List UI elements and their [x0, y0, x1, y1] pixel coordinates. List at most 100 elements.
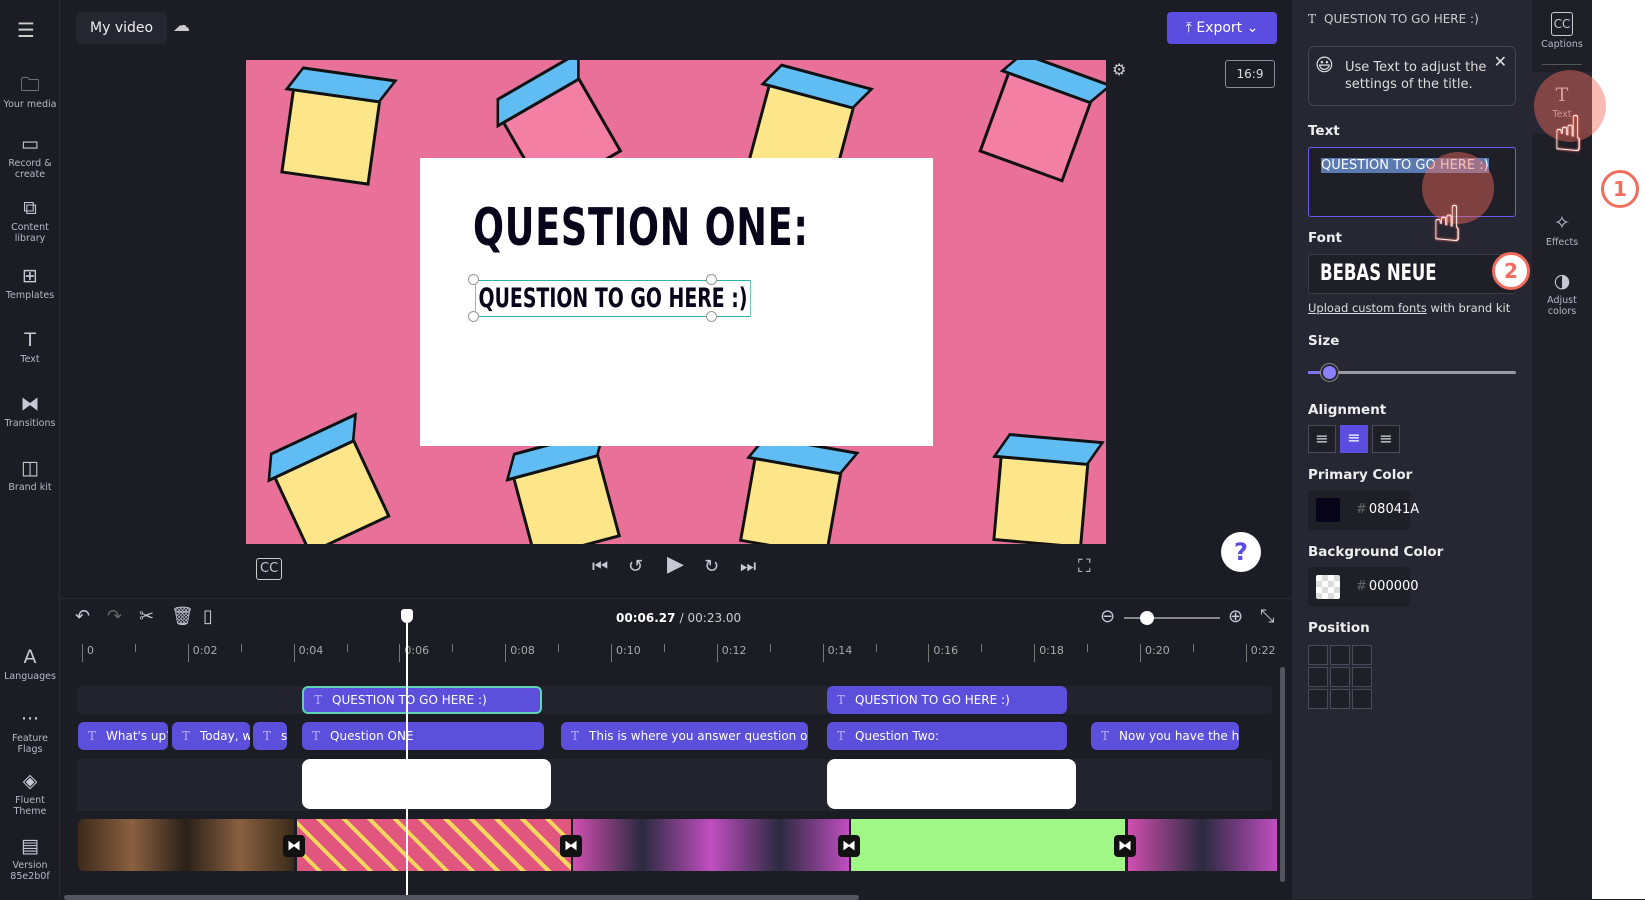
resize-handle[interactable]: [706, 274, 717, 285]
white-card-clip[interactable]: [827, 759, 1076, 809]
brand-kit-icon: ◫: [21, 457, 39, 479]
rail-effects[interactable]: ✧ Effects: [1532, 212, 1592, 248]
nav-brand-kit[interactable]: ◫ Brand kit: [0, 457, 60, 493]
rail-captions[interactable]: CC Captions: [1532, 12, 1592, 50]
redo-icon[interactable]: ↷: [107, 607, 122, 627]
ruler-tick-label: 0:16: [928, 644, 958, 662]
align-center-button[interactable]: ≡: [1340, 425, 1368, 453]
background-color-picker[interactable]: #000000: [1308, 567, 1419, 607]
nav-feature-flags[interactable]: ··· Feature Flags: [0, 708, 60, 755]
position-cell[interactable]: [1352, 667, 1372, 687]
transition-icon[interactable]: ⧓: [1114, 835, 1136, 857]
resize-handle[interactable]: [706, 311, 717, 322]
vertical-scrollbar[interactable]: [1280, 667, 1285, 882]
zoom-in-icon[interactable]: ⊕: [1228, 607, 1243, 627]
video-preview[interactable]: QUESTION ONE: QUESTION TO GO HERE :): [246, 60, 1106, 544]
settings-gear-icon[interactable]: ⚙: [1112, 60, 1126, 79]
text-clip[interactable]: T This is where you answer question one: [561, 722, 808, 750]
transition-icon[interactable]: ⧓: [283, 835, 305, 857]
position-cell[interactable]: [1308, 689, 1328, 709]
timeline: ↶ ↷ ✂ 🗑 ▯ 00:06.27 / 00:23.00 ⊖ ⊕ ⤡ 0 0:0…: [61, 598, 1292, 900]
transition-icon[interactable]: ⧓: [838, 835, 860, 857]
add-media-icon[interactable]: ▯: [203, 607, 213, 627]
position-cell[interactable]: [1330, 667, 1350, 687]
upload-custom-fonts-link[interactable]: Upload custom fonts: [1308, 301, 1427, 315]
play-icon[interactable]: ▶: [667, 554, 684, 576]
primary-color-label: Primary Color: [1308, 467, 1413, 483]
video-clip-gamer[interactable]: [573, 819, 849, 871]
ruler-tick-label: 0:12: [716, 644, 747, 662]
font-select[interactable]: BEBAS NEUE: [1308, 254, 1516, 294]
position-cell[interactable]: [1330, 689, 1350, 709]
nav-text[interactable]: T Text: [0, 329, 60, 365]
aspect-ratio-button[interactable]: 16:9: [1225, 60, 1275, 88]
resize-handle[interactable]: [468, 274, 479, 285]
nav-templates[interactable]: ⊞ Templates: [0, 265, 60, 301]
captions-ai-icon[interactable]: CC: [256, 558, 283, 580]
text-label: Text: [1308, 123, 1340, 139]
zoom-slider[interactable]: [1124, 611, 1220, 625]
captions-icon: CC: [1551, 12, 1573, 36]
text-clip[interactable]: T Today, w: [172, 722, 250, 750]
video-clip-green[interactable]: [851, 819, 1125, 871]
size-slider[interactable]: [1308, 364, 1516, 381]
position-cell[interactable]: [1352, 645, 1372, 665]
text-clip[interactable]: T What's up?: [78, 722, 168, 750]
templates-icon: ⊞: [22, 265, 38, 287]
delete-icon[interactable]: 🗑: [171, 607, 194, 627]
skip-forward-icon[interactable]: ⏭: [740, 557, 756, 577]
transparent-swatch: [1316, 575, 1340, 599]
transition-icon[interactable]: ⧓: [560, 835, 582, 857]
close-icon[interactable]: ✕: [1494, 53, 1507, 70]
cube-graphic: [738, 452, 844, 544]
cube-graphic: [992, 451, 1090, 544]
cloud-saved-icon[interactable]: ☁: [173, 16, 190, 36]
nav-languages[interactable]: A Languages: [0, 646, 60, 682]
nav-fluent-theme[interactable]: ◈ Fluent Theme: [0, 770, 60, 817]
rail-adjust-colors[interactable]: ◑ Adjust colors: [1532, 270, 1592, 317]
position-cell[interactable]: [1308, 667, 1328, 687]
nav-content-library[interactable]: ⧉ Content library: [0, 197, 60, 244]
white-card-clip[interactable]: [302, 759, 551, 809]
align-left-button[interactable]: ≡: [1308, 425, 1336, 453]
align-right-button[interactable]: ≡: [1372, 425, 1400, 453]
undo-icon[interactable]: ↶: [75, 607, 90, 627]
position-cell[interactable]: [1330, 645, 1350, 665]
text-clip-icon: T: [837, 693, 846, 707]
nav-transitions[interactable]: ⧓ Transitions: [0, 393, 60, 429]
project-title[interactable]: My video: [76, 12, 168, 44]
pointing-hand-icon: ☝: [1553, 105, 1584, 163]
properties-panel: T QUESTION TO GO HERE :) 😃 Use Text to ad…: [1292, 0, 1532, 899]
ruler-minor-tick: [1192, 644, 1194, 652]
fullscreen-icon[interactable]: ⛶: [1078, 557, 1091, 577]
emoji-icon: 😃: [1315, 55, 1334, 76]
text-clip[interactable]: T Question ONE: [302, 722, 544, 750]
zoom-out-icon[interactable]: ⊖: [1100, 607, 1115, 627]
ruler-tick-label: 0:22: [1245, 644, 1276, 662]
title-clip[interactable]: T QUESTION TO GO HERE :): [827, 686, 1067, 714]
menu-icon[interactable]: ☰: [17, 18, 35, 42]
horizontal-scrollbar[interactable]: [64, 895, 859, 900]
resize-handle[interactable]: [468, 311, 479, 322]
fit-timeline-icon[interactable]: ⤡: [1260, 607, 1274, 627]
export-button[interactable]: ⤒ Export ⌄: [1167, 12, 1277, 44]
text-clip[interactable]: T Question Two:: [827, 722, 1067, 750]
text-clip[interactable]: Ts: [253, 722, 287, 750]
help-button[interactable]: ?: [1221, 532, 1261, 572]
rewind-5-icon[interactable]: ↺: [628, 557, 643, 577]
cut-icon[interactable]: ✂: [139, 607, 154, 627]
title-clip-selected[interactable]: T QUESTION TO GO HERE :): [302, 686, 542, 714]
primary-color-picker[interactable]: #08041A: [1308, 490, 1419, 530]
left-sidebar: ☰ 🗀 Your media ▭ Record & create ⧉ Content …: [0, 0, 60, 899]
playhead[interactable]: [401, 609, 413, 900]
nav-your-media[interactable]: 🗀 Your media: [0, 74, 60, 110]
video-clip-gamer[interactable]: [1128, 819, 1277, 871]
video-clip-cubes[interactable]: [297, 819, 571, 871]
nav-record-create[interactable]: ▭ Record & create: [0, 133, 60, 180]
skip-back-icon[interactable]: ⏮: [592, 557, 608, 577]
text-clip[interactable]: T Now you have the ha: [1091, 722, 1239, 750]
position-cell[interactable]: [1352, 689, 1372, 709]
forward-5-icon[interactable]: ↻: [704, 557, 719, 577]
video-clip-woman-headphones[interactable]: [78, 819, 294, 871]
position-cell[interactable]: [1308, 645, 1328, 665]
